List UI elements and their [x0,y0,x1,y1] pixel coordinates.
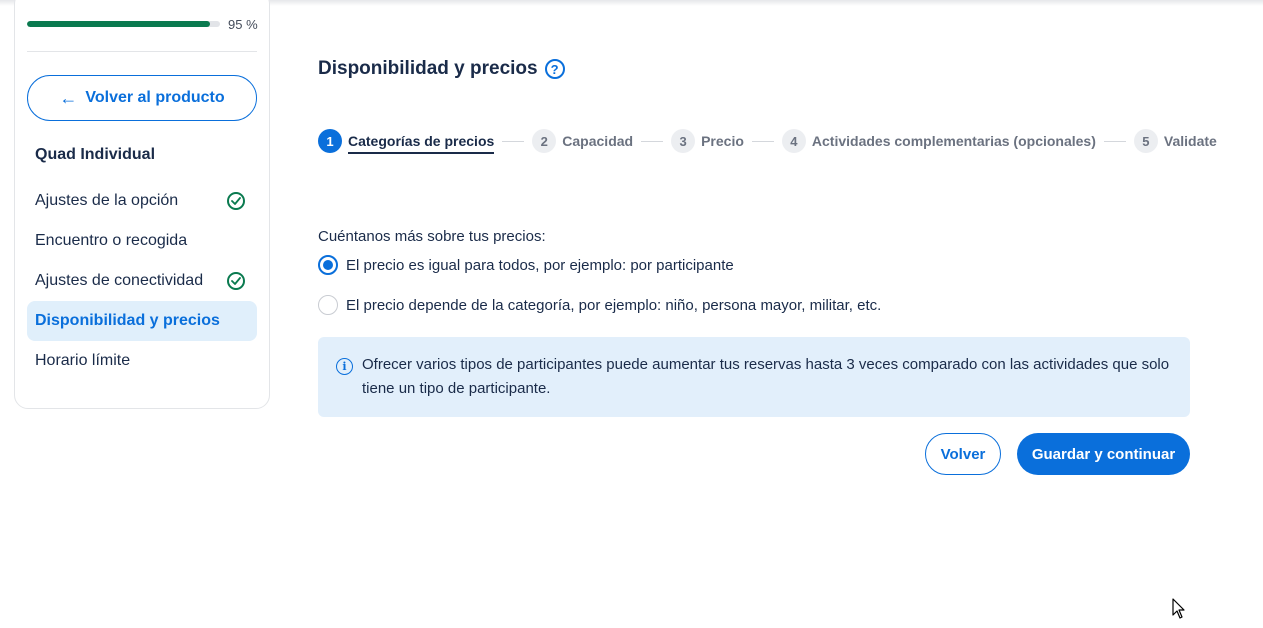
step-number: 2 [532,129,557,153]
sidebar-item-4[interactable]: Horario límite [27,341,257,381]
step-5[interactable]: 5 Validate [1133,129,1217,153]
step-number: 3 [671,129,696,153]
step-4[interactable]: 4 Actividades complementarias (opcionales… [781,129,1096,153]
sidebar-item-2[interactable]: Ajustes de conectividad [27,261,257,301]
step-3[interactable]: 3 Precio [671,129,744,153]
step-connector [641,140,664,142]
sidebar-item-1[interactable]: Encuentro o recogida [27,221,257,261]
step-2[interactable]: 2 Capacidad [532,129,633,153]
option-same-price-label: El precio es igual para todos, por ejemp… [346,256,734,274]
radio-category-price[interactable] [318,295,338,315]
back-button[interactable]: Volver [925,433,1001,475]
step-label: Capacidad [562,133,634,149]
back-to-product-label: Volver al producto [85,89,225,106]
page-title-row: Disponibilidad y precios ? [318,58,565,80]
sidebar: 95 % ← Volver al producto Quad Individua… [14,0,270,409]
step-connector [502,140,525,142]
check-circle-icon [227,272,245,290]
step-label: Validate [1163,133,1217,149]
stepper: 1 Categorías de precios 2 Capacidad 3 Precio 4… [318,129,1217,154]
radio-same-price[interactable] [318,255,338,275]
step-label: Categorías de precios [348,133,495,154]
sidebar-item-label: Horario límite [35,352,131,369]
help-circle-icon[interactable]: ? [544,59,565,79]
page-title: Disponibilidad y precios [318,58,538,79]
sidebar-item-label: Disponibilidad y precios [35,312,220,329]
save-continue-button[interactable]: Guardar y continuar [1017,433,1190,475]
sidebar-nav: Ajustes de la opción Encuentro o recogida… [27,181,257,381]
info-text: Ofrecer varios tipos de participantes pu… [362,356,1170,397]
step-number: 4 [781,129,806,153]
step-connector [1103,140,1126,142]
arrow-left-icon: ← [59,88,78,108]
step-number: 1 [318,129,342,153]
sidebar-item-label: Encuentro o recogida [35,232,188,249]
progress-label: 95 % [228,16,258,32]
pricing-question: Cuéntanos más sobre tus precios: [318,228,546,245]
progress-row: 95 % [27,15,259,33]
check-circle-icon [227,192,245,210]
info-box: i Ofrecer varios tipos de participantes … [318,337,1190,417]
back-to-product-button[interactable]: ← Volver al producto [27,75,257,121]
step-label: Precio [701,133,744,149]
sidebar-divider [27,51,257,52]
mouse-cursor-icon [1172,598,1185,619]
sidebar-item-0[interactable]: Ajustes de la opción [27,181,257,221]
info-icon: i [336,358,353,375]
step-label: Actividades complementarias (opcionales) [811,133,1096,149]
sidebar-item-label: Ajustes de la opción [35,192,179,209]
option-category-price-label: El precio depende de la categoría, por e… [346,296,882,314]
progress-bar [27,21,220,27]
step-number: 5 [1133,129,1158,153]
sidebar-item-3[interactable]: Disponibilidad y precios [27,301,257,341]
option-category-price[interactable]: El precio depende de la categoría, por e… [318,295,881,315]
option-same-price[interactable]: El precio es igual para todos, por ejemp… [318,255,734,275]
step-1[interactable]: 1 Categorías de precios [318,129,495,154]
step-connector [751,140,774,142]
product-name: Quad Individual [35,146,156,163]
progress-fill [27,21,211,27]
sidebar-item-label: Ajustes de conectividad [35,272,204,289]
